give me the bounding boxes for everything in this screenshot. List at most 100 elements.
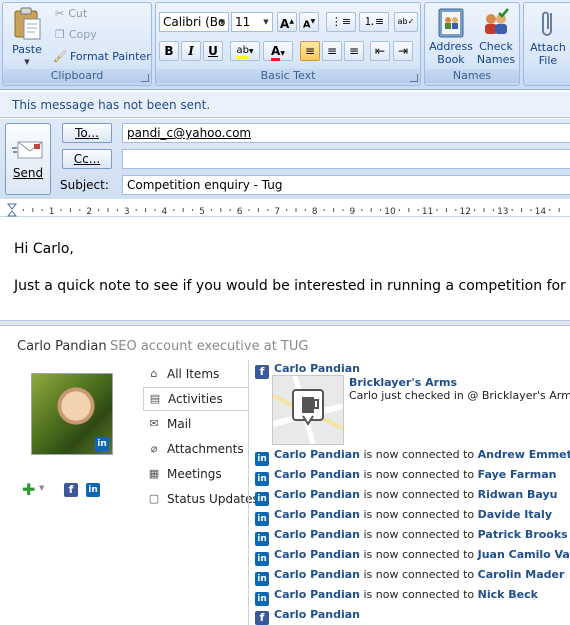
shrink-font-button[interactable]: A▼ bbox=[299, 12, 319, 32]
tab-status-updates[interactable]: ▢ Status Updates bbox=[143, 488, 259, 512]
dialog-launcher-icon[interactable] bbox=[410, 74, 418, 82]
paperclip-icon: ⌀ bbox=[150, 442, 158, 455]
format-painter-button[interactable]: 🖌 Format Painter bbox=[53, 49, 151, 65]
connection-person-link[interactable]: Carlo Pandian bbox=[274, 448, 360, 461]
connection-contact-link[interactable]: Patrick Brooks bbox=[478, 528, 568, 541]
copy-button[interactable]: ❐ Copy bbox=[55, 27, 97, 43]
ruler-number: 13 bbox=[497, 207, 508, 217]
connection-person-link[interactable]: Carlo Pandian bbox=[274, 548, 360, 561]
checkin-place-link[interactable]: Bricklayer's Arms bbox=[349, 376, 457, 389]
activity-person-link[interactable]: Carlo Pandian bbox=[274, 608, 360, 621]
linkedin-icon: in bbox=[255, 552, 269, 566]
body-line-1-text: Just a quick note to see if you would be… bbox=[14, 278, 570, 294]
bold-label: B bbox=[164, 44, 174, 58]
connection-contact-link[interactable]: Faye Farman bbox=[478, 468, 557, 481]
align-right-button[interactable]: ≡ bbox=[344, 41, 364, 61]
tab-activities[interactable]: ▤ Activities bbox=[143, 387, 249, 411]
connection-contact-link[interactable]: Juan Camilo Vargas bbox=[478, 548, 570, 561]
increase-indent-button[interactable]: ⇥ bbox=[393, 41, 413, 61]
clipboard-group: Paste ▼ ✂ Cut ❐ Copy 🖌 Format Painter Clipb… bbox=[2, 2, 152, 86]
font-color-button[interactable]: A▼ bbox=[263, 41, 293, 61]
decrease-indent-button[interactable]: ⇤ bbox=[370, 41, 390, 61]
send-button[interactable]: Send bbox=[5, 123, 51, 195]
copy-label: Copy bbox=[68, 28, 97, 41]
connection-person-link[interactable]: Carlo Pandian bbox=[274, 468, 360, 481]
paintbrush-icon: 🖌 bbox=[53, 50, 67, 63]
cc-button[interactable]: Cc... bbox=[62, 149, 112, 169]
connection-person-link[interactable]: Carlo Pandian bbox=[274, 588, 360, 601]
add-contact-icon[interactable]: ✚ bbox=[22, 480, 35, 499]
numbering-button[interactable]: ⒈≡ bbox=[359, 12, 389, 32]
align-right-icon: ≡ bbox=[348, 44, 360, 58]
message-body[interactable]: Hi Carlo, Just a quick note to see if yo… bbox=[0, 218, 570, 320]
italic-button[interactable]: I bbox=[181, 41, 201, 61]
bold-button[interactable]: B bbox=[159, 41, 179, 61]
connection-person-link[interactable]: Carlo Pandian bbox=[274, 528, 360, 541]
font-size-combo[interactable]: 11 ▼ bbox=[231, 12, 273, 32]
cc-field[interactable] bbox=[122, 149, 570, 169]
facebook-icon: f bbox=[255, 611, 269, 625]
to-button[interactable]: To... bbox=[62, 123, 112, 143]
paste-button[interactable]: Paste ▼ bbox=[5, 5, 49, 69]
map-pin-icon bbox=[272, 375, 344, 445]
highlight-button[interactable]: ab▼ bbox=[230, 41, 260, 61]
body-line-1: Just a quick note to see if you would be… bbox=[14, 277, 570, 294]
connection-contact-link[interactable]: Ridwan Bayu bbox=[478, 488, 558, 501]
ruler-number: 14 bbox=[535, 207, 547, 217]
linkedin-icon: in bbox=[255, 512, 269, 526]
cut-button[interactable]: ✂ Cut bbox=[55, 6, 87, 22]
connection-contact-link[interactable]: Nick Beck bbox=[478, 588, 538, 601]
linkedin-icon[interactable]: in bbox=[86, 483, 100, 497]
linkedin-icon: in bbox=[255, 492, 269, 506]
font-size-value: 11 bbox=[235, 15, 251, 29]
send-label: Send bbox=[12, 166, 44, 180]
bullets-button[interactable]: ⋮≡ bbox=[326, 12, 356, 32]
hanging-indent-marker[interactable] bbox=[6, 210, 18, 217]
styles-button[interactable]: ab✓ bbox=[394, 12, 418, 32]
checkin-map-thumbnail[interactable] bbox=[272, 375, 344, 445]
to-recipient[interactable]: pandi_c@yahoo.com bbox=[127, 126, 251, 140]
chevron-down-icon[interactable]: ▼ bbox=[39, 484, 44, 492]
body-greeting: Hi Carlo, bbox=[14, 241, 74, 257]
connection-person-link[interactable]: Carlo Pandian bbox=[274, 508, 360, 521]
bullet-list-icon: ⋮≡ bbox=[330, 15, 352, 28]
font-name-combo[interactable]: Calibri (Bo ▼ bbox=[159, 12, 229, 32]
ruler-number: 2 bbox=[86, 207, 92, 217]
first-line-indent-marker[interactable] bbox=[6, 203, 18, 210]
ruler-number: 3 bbox=[124, 207, 130, 217]
connection-person-link[interactable]: Carlo Pandian bbox=[274, 488, 360, 501]
subject-field[interactable]: Competition enquiry - Tug bbox=[122, 175, 570, 195]
check-names-button[interactable]: Check Names bbox=[474, 5, 518, 71]
connection-item: in Carlo Pandian is now connected to Patr… bbox=[255, 527, 568, 547]
contact-photo[interactable]: in bbox=[31, 373, 113, 455]
facebook-icon[interactable]: f bbox=[64, 483, 78, 497]
align-left-button[interactable]: ≡ bbox=[300, 41, 320, 61]
tab-attachments[interactable]: ⌀ Attachments bbox=[143, 438, 249, 462]
align-center-button[interactable]: ≡ bbox=[322, 41, 342, 61]
scissors-icon: ✂ bbox=[55, 7, 65, 20]
format-painter-label: Format Painter bbox=[69, 50, 151, 63]
connection-item: in Carlo Pandian is now connected to Davi… bbox=[255, 507, 552, 527]
connection-verb: is now connected to bbox=[363, 448, 475, 461]
connection-contact-link[interactable]: Andrew Emmett bbox=[478, 448, 570, 461]
ruler-number: 1 bbox=[49, 207, 55, 217]
tab-all-items[interactable]: ⌂ All Items bbox=[143, 363, 249, 387]
check-names-label: Check Names bbox=[476, 40, 516, 66]
underline-button[interactable]: U bbox=[203, 41, 223, 61]
dialog-launcher-icon[interactable] bbox=[141, 74, 149, 82]
activity-person-link[interactable]: Carlo Pandian bbox=[274, 362, 360, 375]
connection-person-link[interactable]: Carlo Pandian bbox=[274, 568, 360, 581]
tab-mail[interactable]: ✉ Mail bbox=[143, 413, 249, 437]
to-field[interactable]: pandi_c@yahoo.com bbox=[122, 123, 570, 143]
attach-file-button[interactable]: Attach File bbox=[526, 5, 570, 71]
connection-contact-link[interactable]: Carolin Mader bbox=[478, 568, 565, 581]
tab-meetings[interactable]: ▦ Meetings bbox=[143, 463, 249, 487]
connection-contact-link[interactable]: Davide Italy bbox=[478, 508, 552, 521]
address-book-button[interactable]: Address Book bbox=[428, 5, 474, 71]
copy-icon: ❐ bbox=[55, 28, 65, 41]
pane-splitter[interactable] bbox=[0, 320, 570, 326]
subject-value: Competition enquiry - Tug bbox=[127, 178, 283, 192]
connection-verb: is now connected to bbox=[363, 548, 475, 561]
grow-font-label: A bbox=[280, 17, 290, 31]
grow-font-button[interactable]: A▲ bbox=[277, 12, 297, 32]
